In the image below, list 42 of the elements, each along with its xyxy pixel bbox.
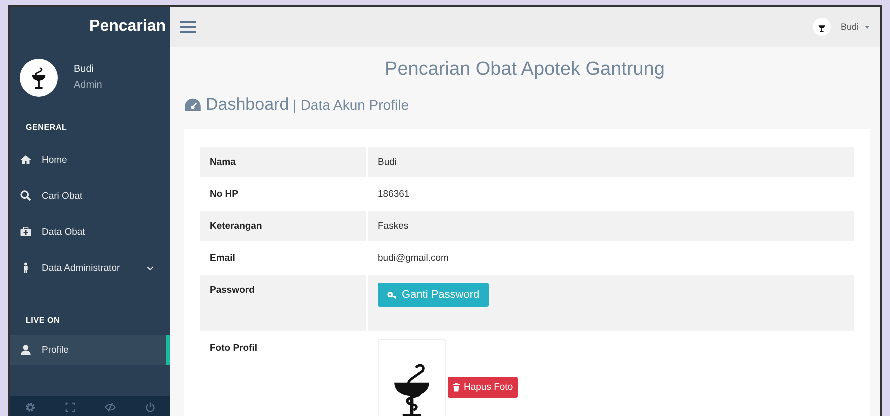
field-label: Email — [210, 252, 236, 264]
user-icon — [20, 344, 32, 356]
field-value: Faskes — [378, 220, 409, 232]
field-label: Keterangan — [210, 220, 262, 232]
field-label: Foto Profil — [210, 343, 258, 354]
power-icon[interactable] — [144, 402, 156, 412]
dashboard-icon — [184, 98, 202, 112]
menu-item[interactable]: Data Obat — [10, 214, 170, 250]
trash-icon — [453, 382, 460, 392]
heading-separator: | — [293, 97, 297, 113]
field-label: No HP — [210, 188, 238, 200]
page-heading: Dashboard — [206, 95, 290, 115]
medkit-icon — [20, 226, 32, 238]
field-label: Password — [210, 285, 255, 296]
page-subtitle: Data Akun Profile — [300, 97, 409, 113]
home-icon — [20, 154, 32, 166]
user-role: Admin — [74, 80, 102, 91]
avatar-icon — [20, 59, 58, 97]
fullscreen-icon[interactable] — [64, 402, 76, 412]
brand-title: Pencarian — [88, 17, 167, 37]
menu-icon[interactable] — [180, 20, 196, 34]
page-title: Pencarian Obat Apotek Gantrung — [384, 59, 666, 81]
user-menu[interactable]: Budi — [812, 18, 870, 36]
section-title: LIVE ON — [25, 315, 62, 327]
field-value: budi@gmail.com — [378, 252, 449, 264]
eye-slash-icon[interactable] — [104, 402, 116, 412]
menu-item[interactable]: Cari Obat — [10, 178, 170, 214]
section-title: GENERAL — [25, 122, 68, 134]
menu-item[interactable]: Profile — [10, 335, 170, 365]
menu-item[interactable]: Home — [10, 142, 170, 178]
key-icon — [387, 290, 398, 300]
field-label: Nama — [210, 156, 236, 168]
bowl-of-hygieia-icon — [378, 339, 446, 416]
delete-photo-button[interactable]: Hapus Foto — [448, 376, 518, 398]
field-value: Budi — [378, 156, 398, 168]
avatar-icon — [812, 18, 831, 36]
search-icon — [20, 190, 32, 202]
field-value: 186361 — [378, 188, 410, 200]
settings-icon[interactable] — [24, 402, 36, 412]
user-name: Budi — [74, 64, 96, 75]
menu-item[interactable]: Data Administrator — [10, 250, 170, 286]
caret-icon — [865, 26, 870, 28]
